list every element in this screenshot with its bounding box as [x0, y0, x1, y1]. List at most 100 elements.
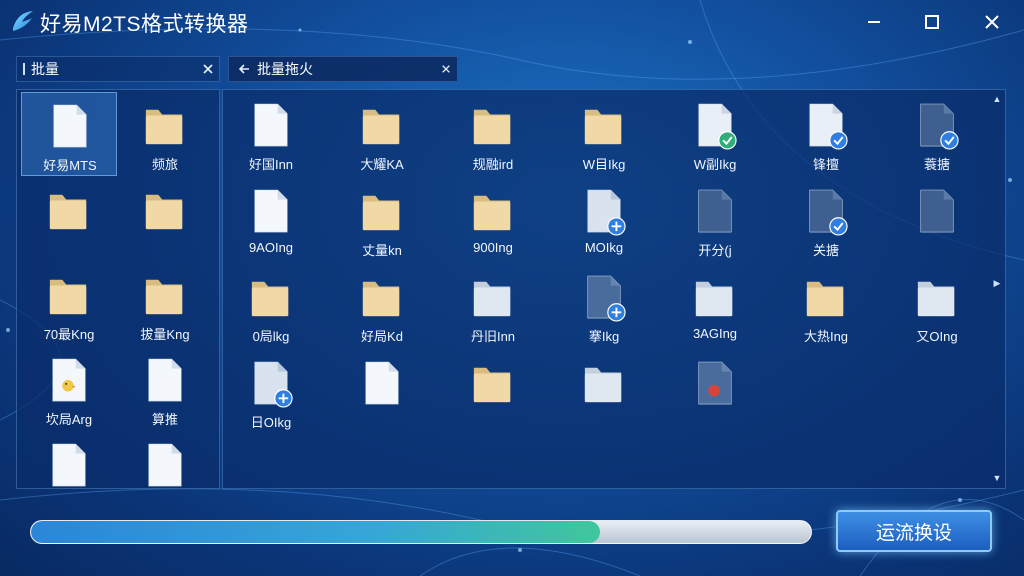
- checked-file-icon: [809, 189, 848, 236]
- batch-file-item[interactable]: 3AGIng: [667, 264, 763, 348]
- batch-file-item[interactable]: [889, 178, 985, 262]
- batch-file-item-label: 好局Kd: [361, 329, 403, 344]
- maximize-icon: [925, 15, 939, 29]
- folder-icon: [473, 109, 511, 145]
- source-file-item-label: 拔量Kng: [140, 327, 190, 342]
- source-file-item[interactable]: [21, 177, 117, 261]
- batch-file-item-label: W目Ikg: [582, 157, 626, 172]
- batch-file-item[interactable]: 丹旧Inn: [445, 264, 541, 348]
- back-button[interactable]: [235, 60, 253, 78]
- batch-file-item[interactable]: [334, 350, 430, 434]
- arrow-left-icon: [238, 64, 249, 74]
- batch-file-item[interactable]: 搴Ikg: [556, 264, 652, 348]
- file-icon: [52, 443, 86, 487]
- source-file-item-label: 频旅: [151, 157, 178, 172]
- batch-file-item[interactable]: [445, 350, 541, 434]
- file-icon: [148, 358, 182, 402]
- batch-file-item[interactable]: 开分(j: [667, 178, 763, 262]
- tab-batch-label: 批量: [31, 61, 59, 77]
- folder-icon: [49, 279, 87, 315]
- app-title: 好易M2TS格式转换器: [40, 13, 249, 36]
- batch-file-item[interactable]: 关搪: [778, 178, 874, 262]
- batch-file-item[interactable]: W副Ikg: [667, 92, 763, 176]
- folder-icon: [145, 279, 183, 315]
- batch-file-item-label: 大热Ing: [803, 329, 849, 344]
- source-file-panel[interactable]: 好易MTS 频旅 70最Kng 拔量Kng 坎局Arg 算推好易 DIT丈搀: [16, 89, 220, 489]
- source-file-item[interactable]: 频旅: [117, 92, 213, 176]
- batch-file-item-label: 3AGIng: [692, 326, 738, 341]
- tab-batch-drag-close-button[interactable]: [435, 58, 457, 80]
- batch-file-item-label: 开分(j: [698, 243, 732, 258]
- tab-batch-drag[interactable]: 批量拖火: [228, 56, 458, 82]
- source-file-item[interactable]: 好易MTS: [21, 92, 117, 176]
- source-file-item[interactable]: 算推: [117, 347, 213, 431]
- image-file-icon: [698, 361, 732, 405]
- close-button[interactable]: [977, 8, 1007, 36]
- checked-file-icon: [698, 103, 737, 150]
- batch-file-item-label: 锋擅: [812, 157, 839, 172]
- batch-file-item-label: 搴Ikg: [588, 329, 620, 344]
- file-icon: [920, 189, 954, 233]
- folder-icon: [362, 109, 400, 145]
- batch-file-item-label: MOIkg: [584, 240, 624, 255]
- source-file-item[interactable]: [117, 177, 213, 261]
- batch-file-item[interactable]: 蓑搪: [889, 92, 985, 176]
- close-icon: [442, 65, 450, 73]
- batch-file-item[interactable]: [667, 350, 763, 434]
- folder-icon: [806, 281, 844, 317]
- tab-marker: [23, 63, 25, 75]
- batch-file-item[interactable]: [556, 350, 652, 434]
- batch-file-item[interactable]: 丈量kn: [334, 178, 430, 262]
- source-file-item-label: 好易MTS: [43, 158, 97, 173]
- batch-file-item[interactable]: 又OIng: [889, 264, 985, 348]
- source-file-item-label: 算推: [151, 412, 178, 427]
- batch-file-item[interactable]: 好局Kd: [334, 264, 430, 348]
- source-file-item[interactable]: 拔量Kng: [117, 262, 213, 346]
- image-file-icon: [52, 358, 86, 402]
- batch-file-item-label: 关搪: [812, 243, 839, 258]
- source-file-item[interactable]: 坎局Arg: [21, 347, 117, 431]
- file-icon: [254, 103, 288, 147]
- batch-file-item-label: 又OIng: [916, 329, 958, 344]
- batch-file-item-label: 丈量kn: [362, 243, 402, 258]
- batch-file-item-label: 日OIkg: [250, 415, 292, 430]
- tab-batch-close-button[interactable]: [197, 58, 219, 80]
- source-file-item-label: 70最Kng: [43, 327, 95, 342]
- batch-file-item[interactable]: 锋擅: [778, 92, 874, 176]
- batch-file-item[interactable]: 日OIkg: [223, 350, 319, 434]
- scroll-down-button[interactable]: ▼: [990, 471, 1004, 485]
- batch-file-item[interactable]: 好国Inn: [223, 92, 319, 176]
- batch-file-item[interactable]: 0局lkg: [223, 264, 319, 348]
- file-icon: [254, 189, 288, 233]
- source-file-item[interactable]: 丈搀: [117, 432, 213, 488]
- batch-file-item[interactable]: 9AOIng: [223, 178, 319, 262]
- batch-file-item-label: 9AOIng: [248, 240, 294, 255]
- add-file-icon: [587, 275, 626, 322]
- add-file-icon: [254, 361, 293, 408]
- app-logo-icon: [13, 11, 33, 31]
- source-file-item[interactable]: 好易 DIT: [21, 432, 117, 488]
- batch-file-item-label: 丹旧Inn: [470, 329, 516, 344]
- file-icon: [148, 443, 182, 487]
- folder-icon: [473, 195, 511, 231]
- batch-file-item-label: 规融ird: [472, 157, 514, 172]
- scroll-right-button[interactable]: ▶: [990, 276, 1004, 290]
- batch-file-item[interactable]: 900Ing: [445, 178, 541, 262]
- folder-icon: [917, 281, 955, 317]
- source-file-item[interactable]: 70最Kng: [21, 262, 117, 346]
- tab-batch-drag-label: 批量拖火: [257, 61, 313, 77]
- minimize-button[interactable]: [859, 8, 889, 36]
- batch-file-panel[interactable]: 好国Inn 大耀KA 规融ird W目Ikg W副Ikg 锋擅 蓑搪 9AOIng 丈量kn 90…: [222, 89, 1006, 489]
- batch-file-item[interactable]: 大耀KA: [334, 92, 430, 176]
- folder-icon: [473, 367, 511, 403]
- add-file-icon: [587, 189, 626, 236]
- batch-file-item[interactable]: MOIkg: [556, 178, 652, 262]
- batch-file-item[interactable]: W目Ikg: [556, 92, 652, 176]
- batch-file-item[interactable]: 大热Ing: [778, 264, 874, 348]
- convert-button[interactable]: 运流换设: [836, 510, 992, 552]
- file-icon: [365, 361, 399, 405]
- tab-batch[interactable]: 批量: [16, 56, 220, 82]
- scroll-up-button[interactable]: ▲: [990, 92, 1004, 106]
- batch-file-item[interactable]: 规融ird: [445, 92, 541, 176]
- maximize-button[interactable]: [917, 8, 947, 36]
